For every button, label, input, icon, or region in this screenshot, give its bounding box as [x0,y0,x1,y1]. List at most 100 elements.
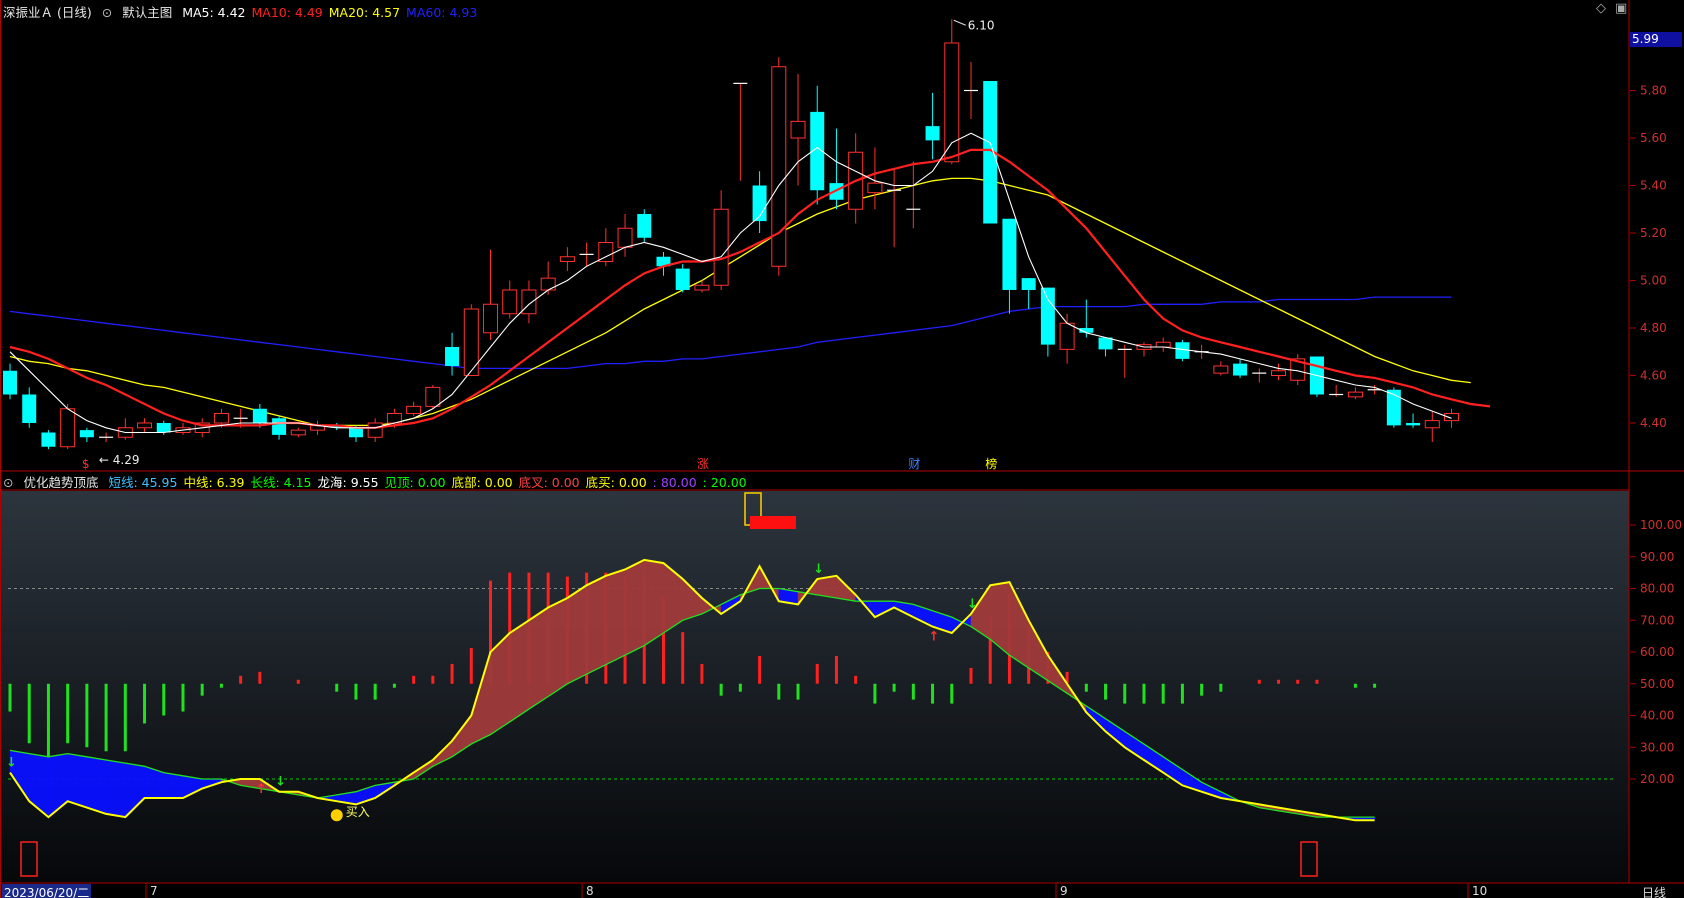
window-icon[interactable]: ▣ [1615,1,1627,16]
indicator-legend-item: 底叉: 0.00 [518,475,580,490]
candle-up [367,422,383,438]
month-label: 8 [586,884,594,898]
trading-chart-window: 6.10← 4.29$涨财榜 ↓↑↓↓↑↓买入 6.005.805.605.40… [0,0,1684,898]
month-label: 10 [1472,884,1488,898]
chart-canvas: 6.10← 4.29$涨财榜 ↓↑↓↓↑↓买入 6.005.805.605.40… [0,0,1684,898]
trend-area [624,559,645,656]
sell-arrow-icon: ↓ [813,562,824,577]
first-date-label: 2023/06/20/二 [2,884,92,898]
price-tick-label: 5.20 [1640,226,1667,240]
month-label: 7 [150,884,158,898]
event-marker: 涨 [697,456,709,471]
candle-down [1040,287,1055,345]
top-signal-block [750,516,796,529]
candle-up [617,227,633,248]
settings-icon[interactable]: ⊙ [102,5,112,20]
indicator-title[interactable]: 优化趋势顶底 [23,475,98,490]
trend-area [67,753,88,808]
candle-down [41,432,56,447]
template-label[interactable]: 默认主图 [122,5,172,20]
indicator-tick-label: 40.00 [1640,709,1674,723]
candle-up [867,182,883,194]
ma-legend-item: MA20: 4.57 [328,5,401,20]
candle-up [1424,420,1440,429]
indicator-panel-header: ⊙ 优化趋势顶底 短线: 45.95 中线: 6.39 长线: 4.15 龙海: 9.… [3,472,759,491]
candle-down [675,268,690,290]
indicator-settings-icon[interactable]: ⊙ [3,475,13,490]
price-tick-label: 5.60 [1640,131,1667,145]
candle-down [3,370,17,395]
price-tick-label: 5.00 [1640,274,1667,288]
month-label: 9 [1060,884,1068,898]
stock-title[interactable]: 深振业Ａ (日线) [3,5,92,20]
candle-down [79,430,94,438]
candle-up [406,405,422,414]
candle-up [483,303,498,334]
sell-arrow-icon: ↓ [6,756,17,771]
trend-area [509,619,530,723]
candle-down [925,126,940,141]
indicator-legend-item: 短线: 45.95 [108,475,178,490]
candle-down [252,408,267,423]
candle-down [1233,363,1248,376]
indicator-legend-item: 龙海: 9.55 [317,475,379,490]
ma-legend-item: MA10: 4.49 [251,5,323,20]
event-marker: $ [82,457,90,471]
candle-up [790,120,806,139]
candle-up [502,289,518,315]
indicator-legend-item: 底买: 0.00 [585,475,647,490]
trend-area [567,584,587,685]
event-marker: 榜 [985,456,997,471]
indicator-tick-label: 70.00 [1640,613,1674,627]
candle-up [1347,391,1363,398]
indicator-panel-background [1,491,1629,882]
candle-down [1021,278,1036,290]
buy-label: 买入 [346,805,370,819]
price-tick-label: 5.80 [1640,84,1667,98]
indicator-tick-label: 90.00 [1640,550,1674,564]
price-tick-label: 5.40 [1640,179,1667,193]
indicator-tick-label: 60.00 [1640,645,1674,659]
candle-up [1213,365,1229,374]
candle-up [60,408,76,448]
current-price-tag: 5.99 [1630,32,1682,47]
indicator-tick-label: 20.00 [1640,772,1674,786]
indicator-tick-label: 100.00 [1640,518,1682,532]
candle-up [137,422,153,429]
indicator-legend-item: : 20.00 [702,475,747,490]
price-tick-label: 4.80 [1640,321,1667,335]
period-label[interactable]: 日线 [1642,884,1666,898]
candle-up [1271,370,1287,376]
main-panel-header: 深振业Ａ (日线) ⊙ 默认主图 MA5: 4.42 MA10: 4.49 MA20… [3,2,489,21]
trend-area [547,597,568,697]
indicator-legend-item: : 80.00 [652,475,697,490]
candle-down [272,418,287,435]
trend-area [528,607,549,710]
diamond-icon[interactable]: ◇ [1596,1,1606,16]
candle-up [713,208,729,286]
candle-down [637,214,652,238]
indicator-legend-item: 中线: 6.39 [183,475,245,490]
candle-down [445,347,460,366]
trend-area [605,569,626,666]
indicator-legend-item: 底部: 0.00 [451,475,513,490]
candle-up [521,289,537,315]
candle-up [540,277,556,291]
trend-area [586,575,607,675]
indicator-tick-label: 50.00 [1640,677,1674,691]
ma-legend: MA5: 4.42 MA10: 4.49 MA20: 4.57 MA60: 4.93 [182,5,483,20]
trend-area [86,756,107,815]
indicator-tick-label: 30.00 [1640,740,1674,754]
indicator-tick-label: 80.00 [1640,582,1674,596]
buy-arrow-icon: ↑ [929,630,940,645]
candle-up [1444,413,1459,422]
ma-legend-item: MA60: 4.93 [406,5,478,20]
candle-down [22,394,37,423]
indicator-legend-item: 长线: 4.15 [250,475,312,490]
candle-up [290,429,306,436]
price-tick-label: 4.60 [1640,369,1667,383]
trend-area [644,559,664,647]
low-price-label: ← 4.29 [99,453,140,467]
candle-up [694,284,710,291]
candle-down [1002,218,1017,290]
